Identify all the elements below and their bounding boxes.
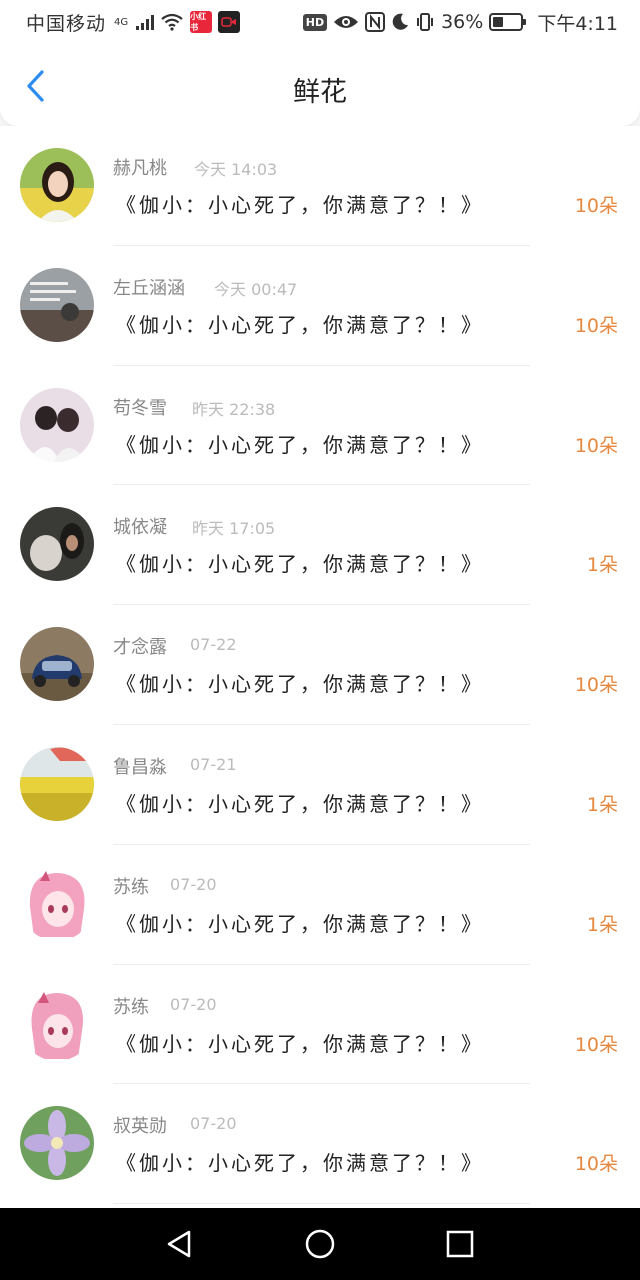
message-text: 《伽小：小心死了，你满意了？！》: [116, 312, 484, 337]
sender-name: 城依凝: [113, 517, 167, 539]
nav-home-button[interactable]: [295, 1219, 345, 1269]
list-item[interactable]: 才念露 07-22 《伽小：小心死了，你满意了？！》 10朵: [0, 605, 640, 725]
timestamp: 07-20: [170, 874, 217, 894]
signal-icon: [136, 14, 155, 30]
list-item[interactable]: 苟冬雪 昨天 22:38 《伽小：小心死了，你满意了？！》 10朵: [0, 366, 640, 486]
flower-count: 10朵: [574, 674, 618, 697]
home-circle-icon: [305, 1229, 335, 1259]
flower-count: 10朵: [574, 314, 618, 337]
flower-count: 1朵: [586, 913, 618, 936]
avatar[interactable]: [20, 986, 94, 1061]
status-bar-left: 中国移动 4G 小红书: [26, 9, 241, 36]
screen-record-icon: [218, 11, 241, 33]
timestamp: 07-22: [190, 635, 237, 655]
xiaohongshu-app-icon: 小红书: [190, 11, 213, 33]
list-item[interactable]: 鲁昌淼 07-21 《伽小：小心死了，你满意了？！》 1朵: [0, 725, 640, 845]
message-text: 《伽小：小心死了，你满意了？！》: [116, 672, 484, 697]
timestamp: 07-21: [190, 754, 237, 774]
list-item[interactable]: 苏练 07-20 《伽小：小心死了，你满意了？！》 1朵: [0, 845, 640, 965]
sender-name: 苏练: [113, 876, 149, 898]
message-text: 《伽小：小心死了，你满意了？！》: [116, 432, 484, 457]
sender-name: 苟冬雪: [113, 397, 167, 419]
timestamp: 今天 14:03: [194, 160, 278, 179]
vibrate-icon: [417, 13, 434, 31]
sender-name: 鲁昌淼: [113, 756, 167, 778]
sender-name: 才念露: [113, 637, 167, 659]
network-type: 4G: [114, 16, 129, 28]
flower-count: 10朵: [574, 1033, 618, 1056]
avatar[interactable]: [20, 627, 94, 702]
avatar[interactable]: [20, 507, 94, 582]
nav-recents-button[interactable]: [435, 1219, 485, 1269]
message-text: 《伽小：小心死了，你满意了？！》: [116, 911, 484, 936]
status-bar-right: HD 36% 下午4:11: [302, 9, 618, 36]
divider: [113, 1203, 530, 1205]
system-navigation-bar: [0, 1208, 640, 1280]
battery-percent: 36%: [441, 11, 484, 33]
flower-count: 1朵: [586, 554, 618, 577]
timestamp: 07-20: [190, 1114, 237, 1134]
status-bar: 中国移动 4G 小红书 HD 36% 下午4:11: [0, 0, 640, 44]
message-text: 《伽小：小心死了，你满意了？！》: [116, 791, 484, 816]
sender-name: 赫凡桃: [113, 158, 167, 179]
moon-icon: [392, 13, 409, 30]
list-item[interactable]: 赫凡桃 今天 14:03 《伽小：小心死了，你满意了？！》 10朵: [0, 126, 640, 246]
hd-icon: HD: [302, 13, 328, 31]
message-text: 《伽小：小心死了，你满意了？！》: [116, 552, 484, 577]
wifi-icon: [161, 13, 183, 31]
sender-name: 叔英勋: [113, 1116, 167, 1138]
back-triangle-icon: [167, 1230, 191, 1258]
recents-square-icon: [446, 1230, 474, 1258]
battery-icon: [489, 13, 527, 31]
flower-count: 1朵: [586, 793, 618, 816]
nav-back-button[interactable]: [155, 1219, 205, 1269]
flower-count: 10朵: [574, 1153, 618, 1176]
avatar[interactable]: [20, 866, 94, 941]
sender-name: 左丘涵涵: [113, 277, 185, 299]
clock-time: 下午4:11: [537, 12, 618, 35]
avatar[interactable]: [20, 746, 94, 821]
list-item[interactable]: 城依凝 昨天 17:05 《伽小：小心死了，你满意了？！》 1朵: [0, 485, 640, 606]
nfc-icon: [365, 12, 386, 32]
flower-count: 10朵: [574, 195, 618, 217]
timestamp: 昨天 22:38: [192, 399, 276, 419]
carrier-name: 中国移动: [26, 12, 107, 35]
avatar[interactable]: [20, 267, 94, 342]
eye-icon: [334, 16, 359, 28]
header: 鲜花: [0, 44, 640, 126]
avatar[interactable]: [20, 387, 94, 462]
message-text: 《伽小：小心死了，你满意了？！》: [116, 1031, 484, 1056]
message-text: 《伽小：小心死了，你满意了？！》: [116, 1151, 484, 1176]
sender-name: 苏练: [113, 996, 149, 1018]
avatar[interactable]: [20, 148, 94, 222]
list-item[interactable]: 苏练 07-20 《伽小：小心死了，你满意了？！》 10朵: [0, 965, 640, 1085]
timestamp: 07-20: [170, 994, 217, 1014]
timestamp: 昨天 17:05: [192, 519, 276, 539]
message-text: 《伽小：小心死了，你满意了？！》: [116, 193, 484, 217]
list-item[interactable]: 左丘涵涵 今天 00:47 《伽小：小心死了，你满意了？！》 10朵: [0, 246, 640, 366]
flower-gift-list: 赫凡桃 今天 14:03 《伽小：小心死了，你满意了？！》 10朵 左丘涵涵 今…: [0, 126, 640, 1208]
list-item[interactable]: 叔英勋 07-20 《伽小：小心死了，你满意了？！》 10朵: [0, 1084, 640, 1205]
flower-count: 10朵: [574, 434, 618, 457]
page-title: 鲜花: [293, 77, 347, 108]
timestamp: 今天 00:47: [214, 279, 298, 299]
avatar[interactable]: [20, 1106, 94, 1181]
